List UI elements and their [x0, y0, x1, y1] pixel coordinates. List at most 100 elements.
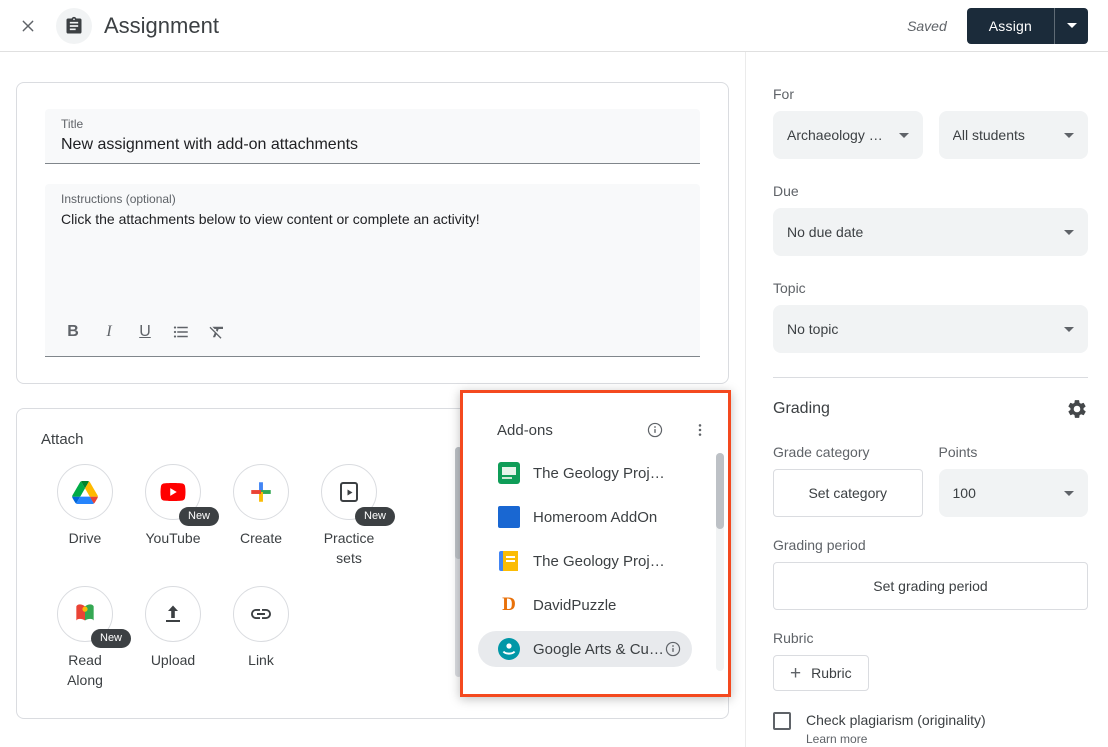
upload-icon	[161, 602, 185, 626]
addons-popup: Add-ons The Geology Proj… Hom	[460, 390, 731, 697]
topbar-actions: Saved Assign	[907, 8, 1088, 44]
chevron-down-icon	[1067, 23, 1077, 28]
plagiarism-group: Check plagiarism (originality) Learn mor…	[773, 711, 1088, 746]
topic-value: No topic	[787, 321, 838, 337]
close-icon	[20, 18, 36, 34]
attach-upload-button[interactable]: Upload	[129, 586, 217, 670]
addon-label: Homeroom AddOn	[533, 509, 657, 526]
points-select[interactable]: 100	[939, 469, 1089, 517]
grading-title: Grading	[773, 400, 830, 418]
addons-scrollbar[interactable]	[716, 453, 724, 671]
settings-sidebar: For Archaeology … All students Due No du…	[745, 52, 1108, 747]
instructions-input[interactable]: Instructions (optional) Click the attach…	[45, 184, 700, 357]
class-select[interactable]: Archaeology …	[773, 111, 923, 159]
bulleted-list-icon	[172, 323, 190, 341]
add-rubric-button[interactable]: + Rubric	[773, 655, 869, 691]
addon-label: Google Arts & Cu…	[533, 641, 664, 658]
scrollbar-thumb[interactable]	[716, 453, 724, 529]
addons-header: Add-ons	[497, 415, 708, 445]
davidpuzzle-icon: D	[497, 594, 521, 616]
assignment-page: Assignment Saved Assign Title New assign…	[0, 0, 1108, 747]
due-date-value: No due date	[787, 224, 863, 240]
title-input-value: New assignment with add-on attachments	[61, 135, 684, 155]
italic-button[interactable]: I	[91, 316, 127, 348]
assign-button[interactable]: Assign	[967, 8, 1054, 44]
clipboard-icon	[64, 16, 84, 36]
grade-category-label: Grade category	[773, 444, 923, 460]
topbar: Assignment Saved Assign	[0, 0, 1108, 52]
students-select-value: All students	[953, 127, 1025, 143]
attach-read-along-button[interactable]: New Read Along	[41, 586, 129, 690]
addon-info-button[interactable]	[664, 640, 682, 658]
kebab-menu-icon	[692, 422, 708, 438]
underline-button[interactable]: U	[127, 316, 163, 348]
plus-icon: +	[790, 664, 801, 683]
addon-label: DavidPuzzle	[533, 597, 616, 614]
set-grading-period-button[interactable]: Set grading period	[773, 562, 1088, 610]
create-plus-icon	[248, 479, 274, 505]
for-label: For	[773, 86, 1088, 102]
attach-label: Create	[240, 528, 282, 548]
arts-culture-icon	[498, 638, 520, 660]
addons-title: Add-ons	[497, 422, 646, 439]
addons-more-options-button[interactable]	[692, 422, 708, 438]
link-icon	[249, 602, 273, 626]
bulleted-list-button[interactable]	[163, 316, 199, 348]
students-select[interactable]: All students	[939, 111, 1089, 159]
page-title: Assignment	[104, 13, 219, 39]
addons-info-button[interactable]	[646, 421, 664, 439]
attach-label: Drive	[69, 528, 102, 548]
for-group: For Archaeology … All students	[773, 86, 1088, 159]
topic-select[interactable]: No topic	[773, 305, 1088, 353]
plagiarism-label: Check plagiarism (originality)	[806, 711, 986, 729]
class-select-value: Archaeology …	[787, 127, 883, 143]
attach-drive-button[interactable]: Drive	[41, 464, 129, 548]
geology-notebook-icon	[498, 550, 520, 572]
plagiarism-checkbox[interactable]	[773, 712, 791, 730]
youtube-icon	[158, 477, 188, 507]
clear-formatting-icon	[208, 323, 226, 341]
attach-label: Link	[248, 650, 274, 670]
info-icon	[664, 640, 682, 658]
addons-list: The Geology Proj… Homeroom AddOn The Geo…	[463, 451, 728, 667]
learn-more-link[interactable]: Learn more	[806, 732, 986, 746]
gear-icon	[1066, 398, 1088, 420]
assignment-type-icon	[56, 8, 92, 44]
assignment-details-card: Title New assignment with add-on attachm…	[16, 82, 729, 384]
addon-item-homeroom[interactable]: Homeroom AddOn	[463, 495, 728, 539]
addon-item-geology-1[interactable]: The Geology Proj…	[463, 451, 728, 495]
topic-group: Topic No topic	[773, 280, 1088, 353]
attach-label: Practice sets	[313, 528, 385, 568]
title-input-label: Title	[61, 117, 684, 132]
instructions-empty-space[interactable]	[61, 228, 684, 312]
due-date-select[interactable]: No due date	[773, 208, 1088, 256]
info-icon	[646, 421, 664, 439]
homeroom-addon-icon	[498, 506, 520, 528]
addon-item-arts-culture[interactable]: Google Arts & Cu…	[478, 631, 692, 667]
new-badge: New	[179, 507, 219, 526]
attach-label: YouTube	[145, 528, 200, 548]
clear-formatting-button[interactable]	[199, 316, 235, 348]
set-category-button[interactable]: Set category	[773, 469, 923, 517]
grade-points-group: Grade category Points Set category 100	[773, 444, 1088, 517]
rubric-group: Rubric + Rubric	[773, 630, 1088, 691]
attach-link-button[interactable]: Link	[217, 586, 305, 670]
attach-practice-sets-button[interactable]: New Practice sets	[305, 464, 393, 568]
read-along-icon	[72, 601, 98, 627]
addon-item-davidpuzzle[interactable]: D DavidPuzzle	[463, 583, 728, 627]
chevron-down-icon	[1064, 491, 1074, 496]
new-badge: New	[355, 507, 395, 526]
bold-button[interactable]: B	[55, 316, 91, 348]
close-button[interactable]	[16, 14, 40, 38]
attach-create-button[interactable]: Create	[217, 464, 305, 548]
format-toolbar: B I U	[55, 312, 684, 356]
save-status: Saved	[907, 18, 947, 34]
chevron-down-icon	[1064, 133, 1074, 138]
due-group: Due No due date	[773, 183, 1088, 256]
attach-youtube-button[interactable]: New YouTube	[129, 464, 217, 548]
assign-dropdown-button[interactable]	[1054, 8, 1088, 44]
addon-label: The Geology Proj…	[533, 553, 665, 570]
addon-item-geology-2[interactable]: The Geology Proj…	[463, 539, 728, 583]
title-input[interactable]: Title New assignment with add-on attachm…	[45, 109, 700, 164]
grading-settings-button[interactable]	[1066, 398, 1088, 420]
